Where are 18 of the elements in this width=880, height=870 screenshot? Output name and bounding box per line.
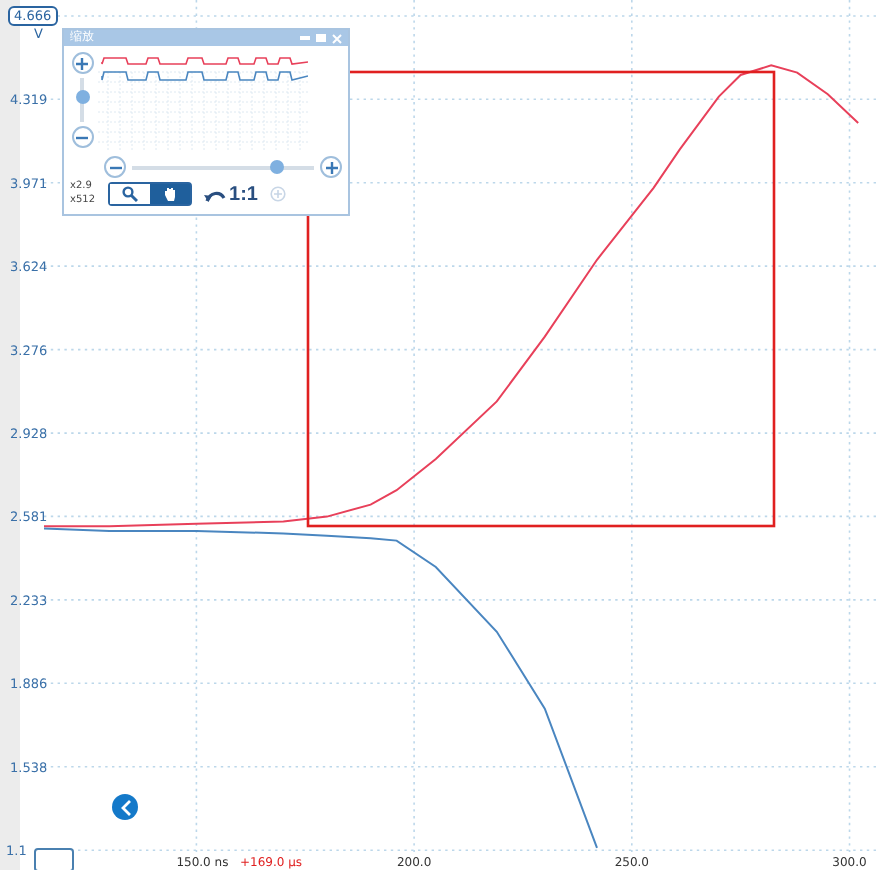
zoom-out-button[interactable] [71,126,93,148]
zoom-out-button[interactable] [104,156,126,178]
back-button[interactable] [112,794,138,820]
close-icon[interactable] [332,33,342,43]
reset-zoom-button[interactable]: 1:1 [203,183,258,205]
plus-icon [76,57,88,69]
plus-icon [325,161,337,173]
zoom-in-button[interactable] [71,52,93,74]
slider-thumb[interactable] [75,90,89,105]
hand-icon [161,186,178,202]
slider-thumb[interactable] [270,160,285,174]
marker-box-icon[interactable] [34,848,74,870]
hand-button[interactable] [149,184,190,204]
chevron-left-icon [119,799,131,815]
undo-icon [203,187,226,201]
minus-icon [76,131,88,143]
zoom-in-button[interactable] [320,156,342,178]
minus-icon [109,161,121,173]
